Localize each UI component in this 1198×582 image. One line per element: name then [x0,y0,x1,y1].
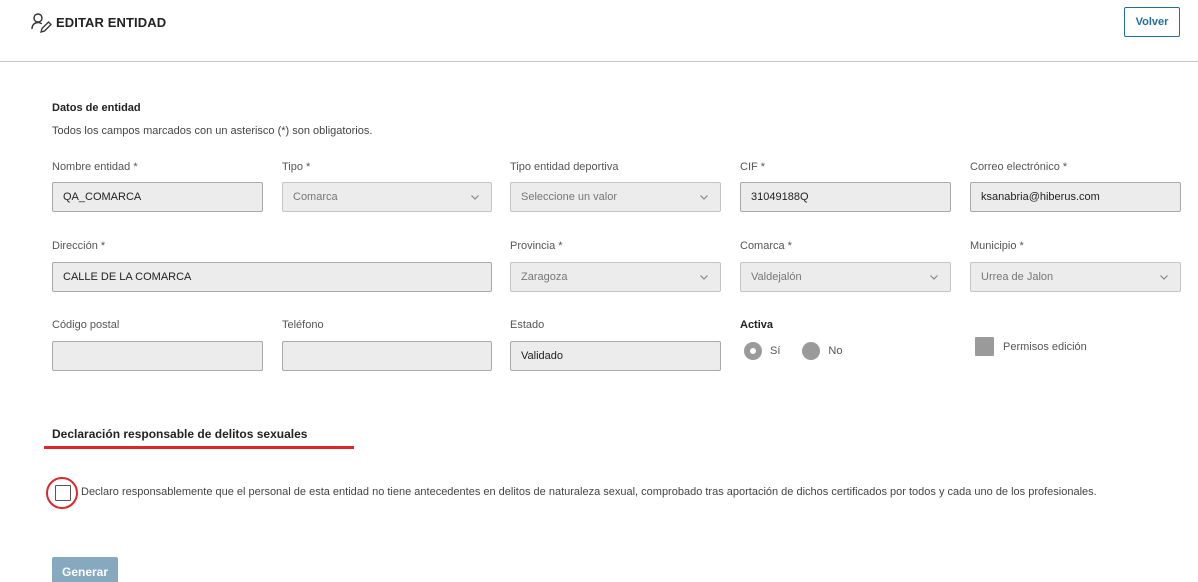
permisos-edicion: Permisos edición [975,337,1087,356]
chevron-down-icon [700,195,708,200]
generate-button[interactable]: Generar [52,557,118,582]
codigo-postal-field[interactable] [52,341,263,371]
municipio-label: Municipio * [970,240,1024,252]
telefono-field[interactable] [282,341,492,371]
cif-field[interactable]: 31049188Q [740,182,951,212]
activa-radio-group: Sí No [744,342,842,360]
tipo-deportiva-select-value: Seleccione un valor [521,191,618,203]
estado-field: Validado [510,341,721,371]
chevron-down-icon [700,275,708,280]
nombre-label: Nombre entidad * [52,161,138,173]
activa-si-label: Sí [770,345,781,357]
users-edit-icon [31,13,52,33]
declaration-title: Declaración responsable de delitos sexua… [52,427,308,441]
permisos-checkbox[interactable] [975,337,994,356]
nombre-field[interactable]: QA_COMARCA [52,182,263,212]
activa-no-radio[interactable] [802,342,821,360]
direccion-label: Dirección * [52,240,106,252]
comarca-select[interactable]: Valdejalón [740,262,951,292]
permisos-label: Permisos edición [1003,340,1087,353]
declaration-title-underline [44,446,354,449]
direccion-field[interactable]: CALLE DE LA COMARCA [52,262,492,292]
comarca-select-value: Valdejalón [751,271,802,283]
activa-label: Activa [740,319,774,331]
provincia-label: Provincia * [510,240,563,252]
tipo-deportiva-label: Tipo entidad deportiva [510,161,619,173]
back-button[interactable]: Volver [1124,7,1180,37]
tipo-select-value: Comarca [293,191,338,203]
provincia-select-value: Zaragoza [521,271,568,283]
correo-field[interactable]: ksanabria@hiberus.com [970,182,1181,212]
tipo-select[interactable]: Comarca [282,182,492,212]
correo-label: Correo electrónico * [970,161,1068,173]
activa-no-label: No [828,345,843,357]
required-fields-note: Todos los campos marcados con un asteris… [52,125,373,137]
municipio-select-value: Urrea de Jalon [981,271,1054,283]
chevron-down-icon [471,195,479,200]
page-title: EDITAR ENTIDAD [56,15,167,30]
cif-label: CIF * [740,161,766,173]
telefono-label: Teléfono [282,319,324,331]
page-header: EDITAR ENTIDAD Volver [0,0,1198,62]
tipo-label: Tipo * [282,161,311,173]
declaration-checkbox[interactable] [55,485,71,501]
provincia-select[interactable]: Zaragoza [510,262,721,292]
chevron-down-icon [1160,275,1168,280]
municipio-select[interactable]: Urrea de Jalon [970,262,1181,292]
declaration-text: Declaro responsablemente que el personal… [81,486,1097,498]
codigo-postal-label: Código postal [52,319,120,331]
radio-selected-dot [750,348,756,354]
chevron-down-icon [930,275,938,280]
section-title: Datos de entidad [52,102,141,114]
estado-label: Estado [510,319,545,331]
activa-si-radio[interactable] [744,342,762,360]
tipo-deportiva-select[interactable]: Seleccione un valor [510,182,721,212]
comarca-label: Comarca * [740,240,792,252]
